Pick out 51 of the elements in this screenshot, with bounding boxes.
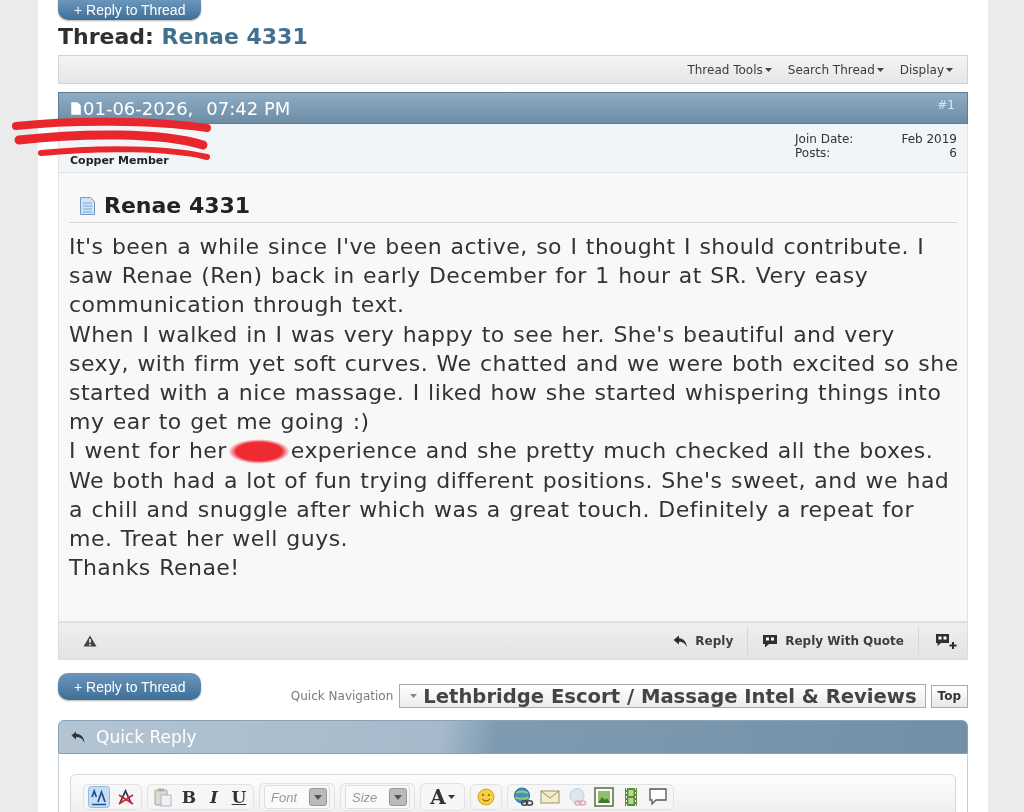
caret-icon (447, 795, 455, 799)
globe-link-icon[interactable] (511, 786, 534, 808)
post-text: experience and she pretty much checked all the boxes. (290, 437, 934, 466)
thread-title-link[interactable]: Renae 4331 (161, 24, 308, 49)
post-text: We both had a lot of fun trying different positions. She's sweet, and we had a chill and snuggle after which was a great touch. Definitely a repeat for me. Treat her well guys. (69, 466, 951, 554)
speech-bubble-icon[interactable] (646, 786, 669, 808)
post-text: I went for her (69, 437, 227, 466)
reply-to-thread-button[interactable]: + Reply to Thread (58, 0, 202, 20)
quick-reply-title: Quick Reply (96, 727, 197, 747)
bold-button[interactable]: B (179, 786, 199, 808)
caret-icon (876, 67, 884, 72)
caret-icon (764, 67, 772, 72)
back-arrow-icon (71, 730, 86, 744)
post-date: 01-06-2026, (83, 97, 194, 119)
post-text: It's been a while since I've been active, so I thought I should contribute. I saw Renae (Ren) back in early December for 1 hour at SR. Very easy communication through text. (69, 233, 926, 320)
multi-quote-icon[interactable] (935, 632, 957, 650)
reply-to-thread-button[interactable]: + Reply to Thread (58, 673, 202, 700)
stat-label: Posts: (795, 146, 832, 160)
quick-navigation-label: Quick Navigation (290, 689, 394, 703)
clipboard-icon[interactable] (152, 786, 174, 808)
dropdown-icon (389, 788, 408, 806)
document-icon (71, 101, 81, 115)
reply-link[interactable]: Reply (659, 634, 748, 648)
quote-bubble-icon (762, 633, 779, 649)
underline-button[interactable]: U (229, 786, 249, 808)
stat-value: Feb 2019 (901, 132, 957, 146)
reply-arrow-icon (673, 634, 689, 648)
user-rank: Copper Member (70, 154, 169, 167)
text-style-icon[interactable] (88, 786, 110, 808)
post-text: Thanks Renae! (69, 554, 241, 583)
stat-value: 6 (948, 146, 957, 160)
toolbar-menu-link[interactable]: Thread Tools (687, 62, 772, 77)
reply-with-quote-link[interactable]: Reply With Quote (748, 633, 918, 649)
picture-icon[interactable] (592, 786, 615, 808)
post-time: 07:42 PM (206, 97, 291, 119)
stat-label: Join Date: (795, 132, 854, 146)
forum-jump-select[interactable]: Lethbridge Escort / Massage Intel & Reviews (399, 684, 926, 708)
caret-icon (410, 694, 418, 698)
post-title: Renae 4331 (104, 193, 251, 219)
thread-label: Thread: (58, 24, 154, 49)
post-text: When I walked in I was very happy to see her. She's beautiful and very sexy, with firm yet soft curves. We chatted and we were both excited so she started with a nice massage. I liked how she started whispering things into my ear to get me going :) (69, 320, 960, 437)
top-button[interactable]: Top (930, 684, 968, 708)
smiley-icon[interactable] (474, 786, 497, 808)
font-color-button[interactable]: A (425, 785, 460, 809)
dropdown-icon (309, 788, 327, 806)
italic-button[interactable]: I (204, 786, 224, 808)
warning-icon[interactable] (83, 635, 97, 647)
caret-icon (946, 67, 953, 72)
document-icon (80, 197, 95, 215)
toolbar-menu-link[interactable]: Search Thread (787, 62, 884, 77)
toolbar-menu-link[interactable]: Display (899, 62, 953, 77)
